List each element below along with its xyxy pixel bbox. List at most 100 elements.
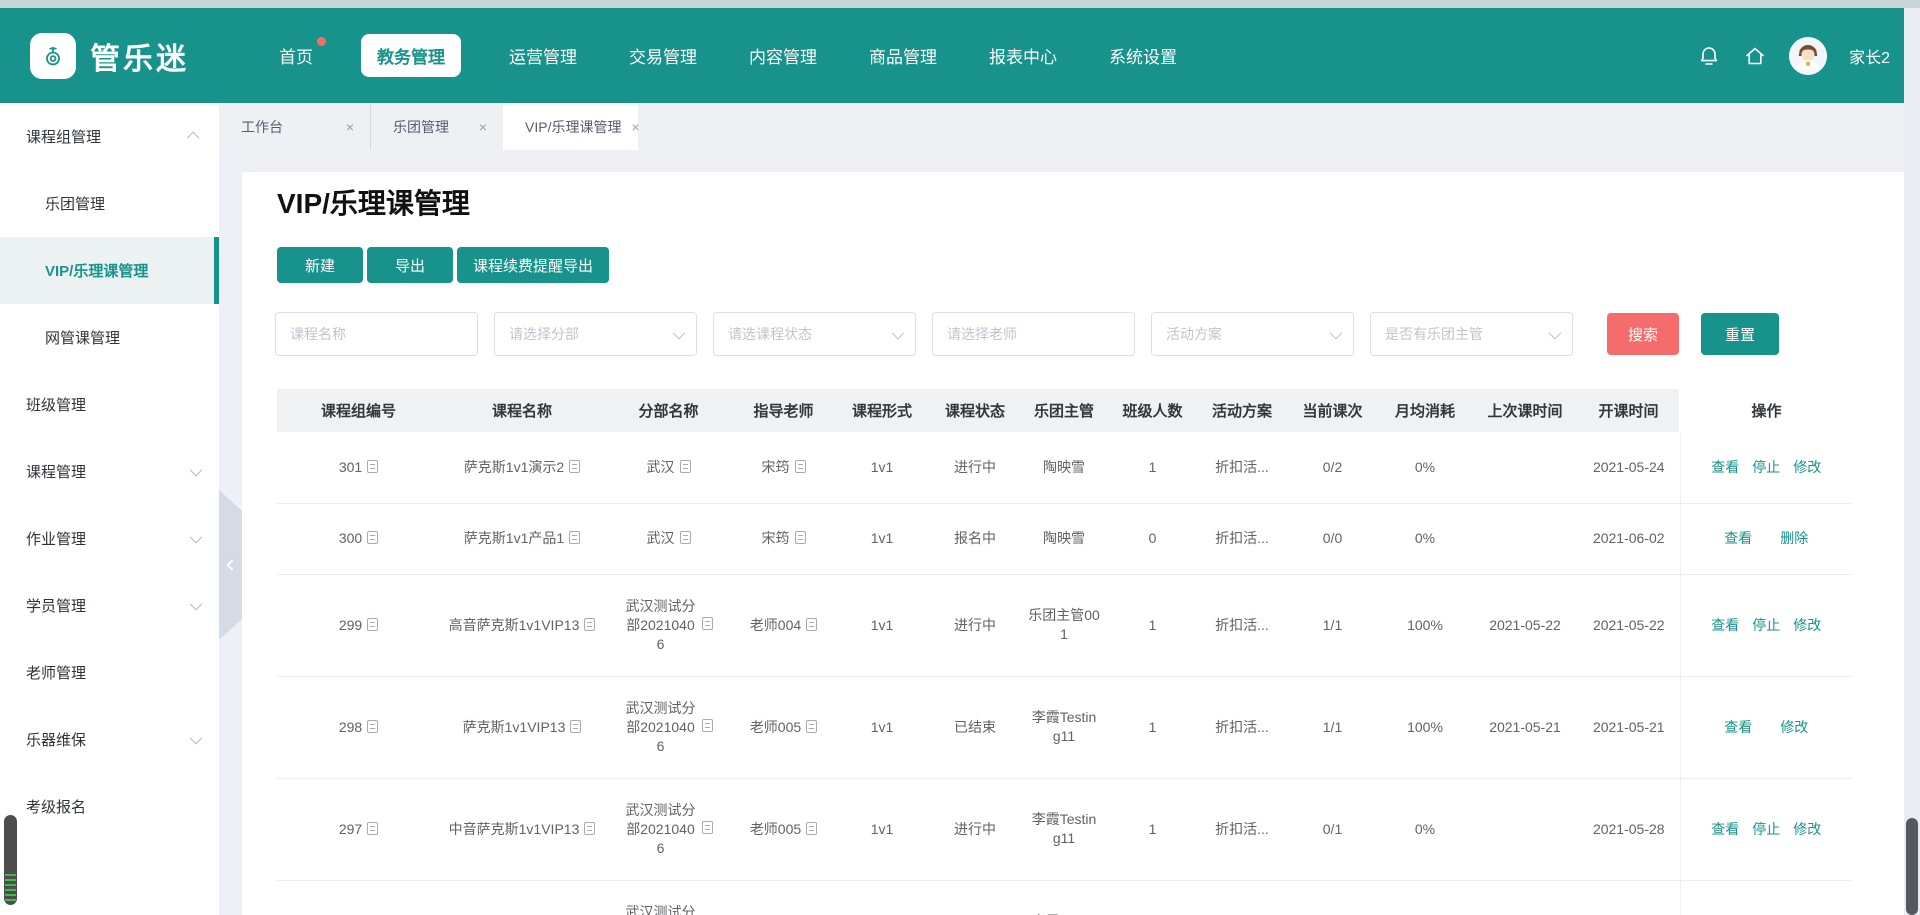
nav-item-academic[interactable]: 教务管理: [361, 34, 461, 77]
cell-manager: 李霞Testing11: [1020, 778, 1108, 880]
copy-icon[interactable]: [584, 618, 595, 631]
sidebar-item-online-lessons[interactable]: 网管课管理: [0, 304, 219, 371]
view-link[interactable]: 查看: [1724, 718, 1752, 737]
col-actions: 操作: [1680, 389, 1852, 432]
sidebar-scrollbar-thumb[interactable]: [4, 815, 17, 905]
sidebar-item-band-management[interactable]: 乐团管理: [0, 170, 219, 237]
col-last-class: 上次课时间: [1472, 389, 1578, 432]
stop-link[interactable]: 停止: [1752, 616, 1780, 635]
sidebar-item-homework[interactable]: 作业管理: [0, 505, 219, 572]
activity-plan-select[interactable]: 活动方案: [1151, 312, 1354, 356]
view-link[interactable]: 查看: [1711, 616, 1739, 635]
copy-icon[interactable]: [367, 720, 378, 733]
cell-class-size: 1: [1108, 574, 1197, 676]
view-link[interactable]: 查看: [1724, 529, 1752, 548]
copy-icon[interactable]: [367, 618, 378, 631]
sidebar-item-teachers[interactable]: 老师管理: [0, 639, 219, 706]
copy-icon[interactable]: [795, 460, 806, 473]
copy-icon[interactable]: [570, 720, 581, 733]
reset-button[interactable]: 重置: [1701, 313, 1779, 355]
copy-icon[interactable]: [680, 460, 691, 473]
tab-close-icon[interactable]: ×: [479, 119, 487, 135]
table-row: 武汉测试分部20210406 李霞Testing11: [277, 880, 1852, 915]
cell-form: 1v1: [834, 574, 930, 676]
copy-icon[interactable]: [702, 719, 713, 732]
tab-close-icon[interactable]: ×: [631, 119, 639, 135]
home-icon[interactable]: [1743, 44, 1767, 68]
cell-monthly: 100%: [1378, 574, 1472, 676]
table-row: 299 高音萨克斯1v1VIP13 武汉测试分部20210406 老师004 1…: [277, 574, 1852, 676]
stop-link[interactable]: 停止: [1752, 820, 1780, 839]
copy-icon[interactable]: [702, 821, 713, 834]
course-name-input[interactable]: [275, 312, 478, 356]
edit-link[interactable]: 修改: [1793, 458, 1821, 477]
edit-link[interactable]: 修改: [1780, 718, 1808, 737]
tab-workbench[interactable]: 工作台 ×: [219, 103, 370, 150]
nav-item-operations[interactable]: 运营管理: [505, 35, 581, 76]
edit-link[interactable]: 修改: [1793, 616, 1821, 635]
copy-icon[interactable]: [806, 720, 817, 733]
cell-start-date: 2021-05-28: [1578, 778, 1680, 880]
cell-form: [834, 880, 930, 915]
copy-icon[interactable]: [569, 531, 580, 544]
renewal-export-button[interactable]: 课程续费提醒导出: [457, 247, 609, 283]
copy-icon[interactable]: [569, 460, 580, 473]
copy-icon[interactable]: [806, 822, 817, 835]
cell-last-class: [1472, 880, 1578, 915]
chevron-up-icon: [187, 132, 200, 145]
avatar[interactable]: [1789, 37, 1827, 75]
nav-item-content[interactable]: 内容管理: [745, 35, 821, 76]
nav-item-transactions[interactable]: 交易管理: [625, 35, 701, 76]
sidebar-item-courses[interactable]: 课程管理: [0, 438, 219, 505]
nav-item-settings[interactable]: 系统设置: [1105, 35, 1181, 76]
sidebar-item-vip-lessons[interactable]: VIP/乐理课管理: [0, 237, 219, 304]
chevron-down-icon: [673, 326, 686, 339]
sidebar-item-label: 网管课管理: [45, 327, 120, 348]
sidebar-collapse-handle[interactable]: [219, 490, 242, 640]
branch-select[interactable]: 请选择分部: [494, 312, 697, 356]
create-button[interactable]: 新建: [277, 247, 363, 283]
cell-course-name: 萨克斯1v1演示2: [440, 432, 604, 503]
tab-close-icon[interactable]: ×: [346, 119, 354, 135]
nav-item-home[interactable]: 首页: [275, 35, 317, 76]
copy-icon[interactable]: [584, 822, 595, 835]
chevron-down-icon: [190, 598, 203, 611]
tab-band-management[interactable]: 乐团管理 ×: [370, 103, 503, 150]
edit-link[interactable]: 修改: [1793, 820, 1821, 839]
delete-link[interactable]: 删除: [1780, 529, 1808, 548]
view-link[interactable]: 查看: [1711, 458, 1739, 477]
cell-lessons: 0/0: [1287, 503, 1378, 574]
sidebar-item-classes[interactable]: 班级管理: [0, 371, 219, 438]
copy-icon[interactable]: [795, 531, 806, 544]
copy-icon[interactable]: [680, 531, 691, 544]
stop-link[interactable]: 停止: [1752, 458, 1780, 477]
export-button[interactable]: 导出: [367, 247, 453, 283]
cell-branch: 武汉测试分部20210406: [604, 880, 733, 915]
nav-item-products[interactable]: 商品管理: [865, 35, 941, 76]
cell-course-name: 萨克斯1v1产品1: [440, 503, 604, 574]
sidebar-item-instrument-maintenance[interactable]: 乐器维保: [0, 706, 219, 773]
tab-vip-lessons[interactable]: VIP/乐理课管理 ×: [503, 103, 638, 150]
sidebar-gutter: [219, 150, 242, 915]
bell-icon[interactable]: [1697, 44, 1721, 68]
sidebar-item-students[interactable]: 学员管理: [0, 572, 219, 639]
courses-table: 课程组编号 课程名称 分部名称 指导老师 课程形式 课程状态 乐团主管 班级人数…: [277, 389, 1852, 915]
nav-item-reports[interactable]: 报表中心: [985, 35, 1061, 76]
view-link[interactable]: 查看: [1711, 820, 1739, 839]
page-scrollbar-thumb[interactable]: [1906, 818, 1918, 915]
teacher-input[interactable]: [932, 312, 1135, 356]
search-button[interactable]: 搜索: [1607, 313, 1679, 355]
band-manager-select[interactable]: 是否有乐团主管: [1370, 312, 1573, 356]
copy-icon[interactable]: [702, 617, 713, 630]
sidebar-item-course-groups[interactable]: 课程组管理: [0, 103, 219, 170]
app-logo[interactable]: [30, 33, 76, 79]
notification-dot: [317, 37, 326, 46]
copy-icon[interactable]: [806, 618, 817, 631]
page-scrollbar[interactable]: [1904, 8, 1920, 915]
copy-icon[interactable]: [367, 822, 378, 835]
sidebar-item-grade-exam[interactable]: 考级报名: [0, 773, 219, 840]
copy-icon[interactable]: [367, 460, 378, 473]
copy-icon[interactable]: [367, 531, 378, 544]
cell-start-date: [1578, 880, 1680, 915]
course-status-select[interactable]: 请选课程状态: [713, 312, 916, 356]
